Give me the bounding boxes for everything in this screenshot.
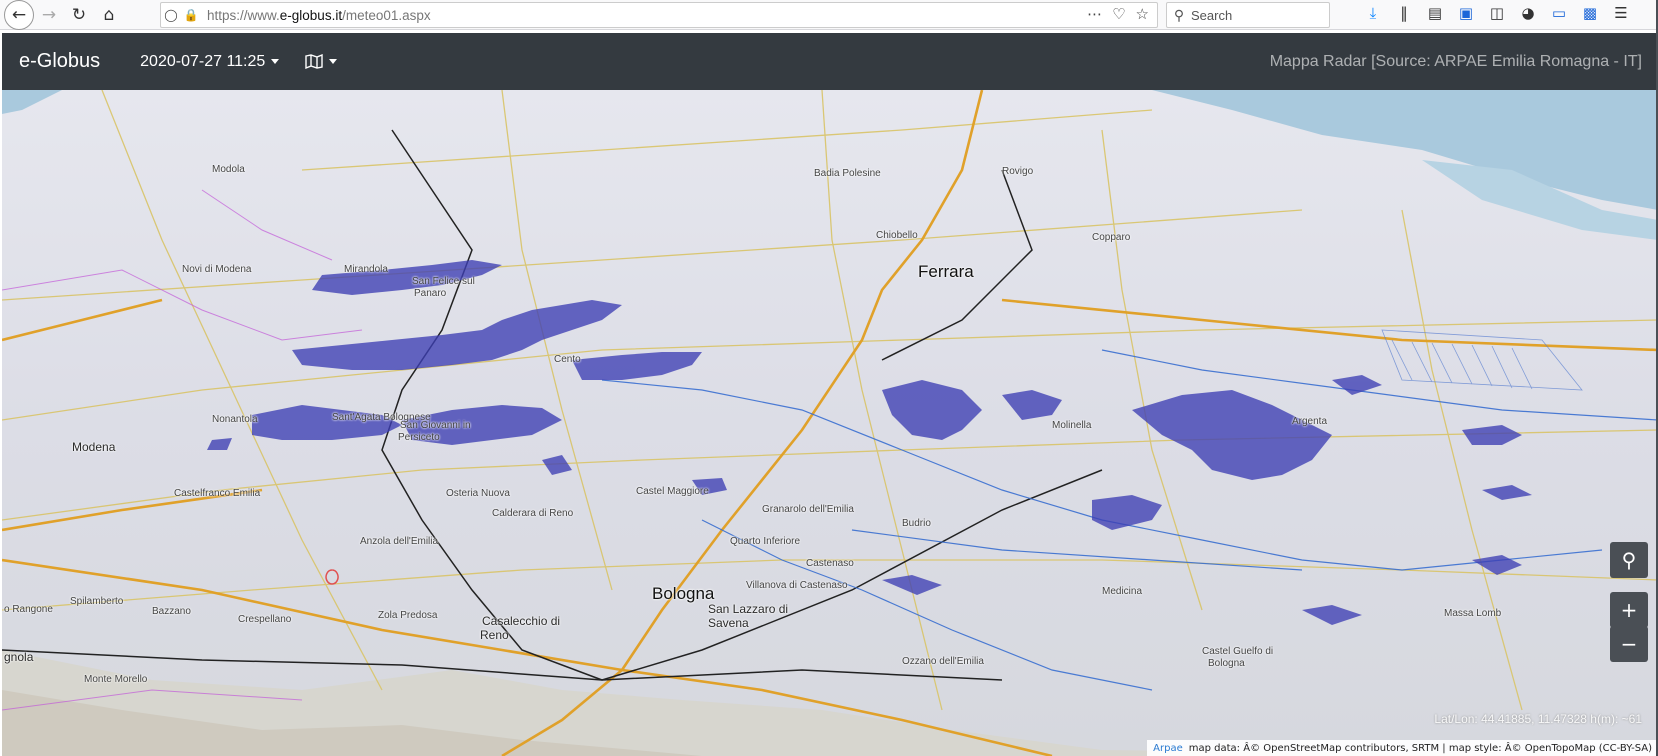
browser-search-input[interactable]: ⚲ Search [1166,2,1330,28]
city-label-medicina: Medicina [1102,586,1143,597]
extension-icon[interactable]: ▣ [1455,4,1477,22]
city-label-castel-maggiore: Castel Maggiore [636,486,709,497]
pegman-button[interactable]: ⚲ [1610,542,1648,578]
city-label-modena: Modena [72,440,116,454]
city-label-gnola: gnola [4,650,34,664]
save-icon[interactable]: ▩ [1579,4,1601,22]
folder-icon[interactable]: ▤ [1424,4,1446,22]
city-label-bologna: Bologna [652,584,715,603]
person-icon: ⚲ [1621,548,1637,572]
account-icon[interactable]: ◕ [1517,4,1539,22]
city-label-savena: Savena [708,616,749,630]
city-label-sant-agata: Sant'Agata Bolognese [332,412,431,423]
city-label-bologna-small: Bologna [1208,658,1245,669]
city-label-budrio: Budrio [902,518,931,529]
datetime-dropdown[interactable]: 2020-07-27 11:25 [140,53,280,71]
browser-toolbar: ← → ↻ ⌂ ◯ 🔒 https://www.e-globus.it/mete… [0,0,1658,30]
hatched-area [1381,329,1583,391]
city-label-reno: Reno [480,628,509,642]
radar-map[interactable]: Ferrara Bologna Modena Casalecchio di Re… [2,90,1658,756]
zoom-in-button[interactable]: + [1610,592,1648,628]
city-label-anzola: Anzola dell'Emilia [360,536,439,547]
city-label-persiceto: Persiceto [398,432,440,443]
city-label-bazzano: Bazzano [152,606,191,617]
page-actions-icon[interactable]: ⋯ [1087,5,1102,23]
brand-logo[interactable]: e-Globus [19,50,100,73]
city-label-molinella: Molinella [1052,420,1092,431]
city-label-medola: Modola [212,164,245,175]
city-label-chiobello: Chiobello [876,230,918,241]
city-label-rovigo: Rovigo [1002,166,1034,177]
back-arrow-icon[interactable]: ← [4,0,34,30]
lock-icon[interactable]: 🔒 [181,8,201,22]
zoom-out-button[interactable]: − [1610,626,1648,662]
bookmark-star-icon[interactable]: ☆ [1136,5,1149,23]
address-bar[interactable]: ◯ 🔒 https://www.e-globus.it/meteo01.aspx… [160,2,1158,28]
map-attribution: Arpae map data: Â© OpenStreetMap contrib… [1147,740,1658,756]
city-label-granarolo: Granarolo dell'Emilia [762,504,854,515]
city-label-mirandola: Mirandola [344,264,388,275]
url-text[interactable]: https://www.e-globus.it/meteo01.aspx [207,8,431,23]
caret-down-icon [271,59,280,64]
sidebar-icon[interactable]: ◫ [1486,4,1508,22]
city-label-crespellano: Crespellano [238,614,292,625]
city-label-badia: Badia Polesine [814,168,881,179]
city-label-ferrara: Ferrara [918,262,974,281]
city-label-copparo: Copparo [1092,232,1131,243]
city-label-cento: Cento [554,354,581,365]
city-label-argenta: Argenta [1292,416,1328,427]
arpae-link[interactable]: Arpae [1153,743,1183,754]
sea-area [1152,90,1658,210]
city-label-quarto: Quarto Inferiore [730,536,801,547]
home-icon[interactable]: ⌂ [94,1,124,29]
city-label-calderara: Calderara di Reno [492,508,574,519]
city-label-zola: Zola Predosa [378,610,438,621]
site-navbar: e-Globus 2020-07-27 11:25 Mappa Radar [S… [2,33,1658,90]
screenshot-icon[interactable]: ▭ [1548,4,1570,22]
city-label-casalecchio: Casalecchio di [482,614,561,628]
city-label-osteria: Osteria Nuova [446,488,510,499]
map-icon [305,54,323,69]
sea-area-left [2,90,62,114]
forward-arrow-icon[interactable]: → [34,1,64,29]
city-label-villanova: Villanova di Castenaso [746,580,848,591]
map-layer-dropdown[interactable] [305,54,338,69]
menu-icon[interactable]: ☰ [1610,4,1632,22]
city-label-panaro: Panaro [414,288,447,299]
city-label-san-lazzaro: San Lazzaro di [708,602,789,616]
city-label-castel-guelfo: Castel Guelfo di [1202,646,1274,657]
city-label-novi: Novi di Modena [182,264,252,275]
city-label-san-felice: San Felice sul [412,276,475,287]
pocket-icon[interactable]: ♡ [1112,5,1125,23]
library-icon[interactable]: ‖ [1393,4,1415,22]
city-label-monte-morello: Monte Morello [84,674,148,685]
city-label-castelfranco: Castelfranco Emilia [174,488,261,499]
search-icon: ⚲ [1173,6,1185,23]
caret-down-icon [329,59,338,64]
city-label-rangone: o Rangone [4,604,53,615]
location-marker [325,569,339,585]
cursor-coordinates: Lat/Lon: 44.41885, 11.47328 h(m): ~61 [1434,712,1642,726]
city-label-ozzano: Ozzano dell'Emilia [902,656,984,667]
info-shield-icon[interactable]: ◯ [161,8,181,22]
map-source-title: Mappa Radar [Source: ARPAE Emilia Romagn… [1269,52,1642,70]
download-icon[interactable]: ⤓ [1362,4,1384,22]
city-label-spilamberto: Spilamberto [70,596,124,607]
reload-icon[interactable]: ↻ [64,1,94,29]
city-label-nonantola: Nonantola [212,414,258,425]
city-label-massa: Massa Lomb [1444,608,1502,619]
city-label-castenaso: Castenaso [806,558,854,569]
